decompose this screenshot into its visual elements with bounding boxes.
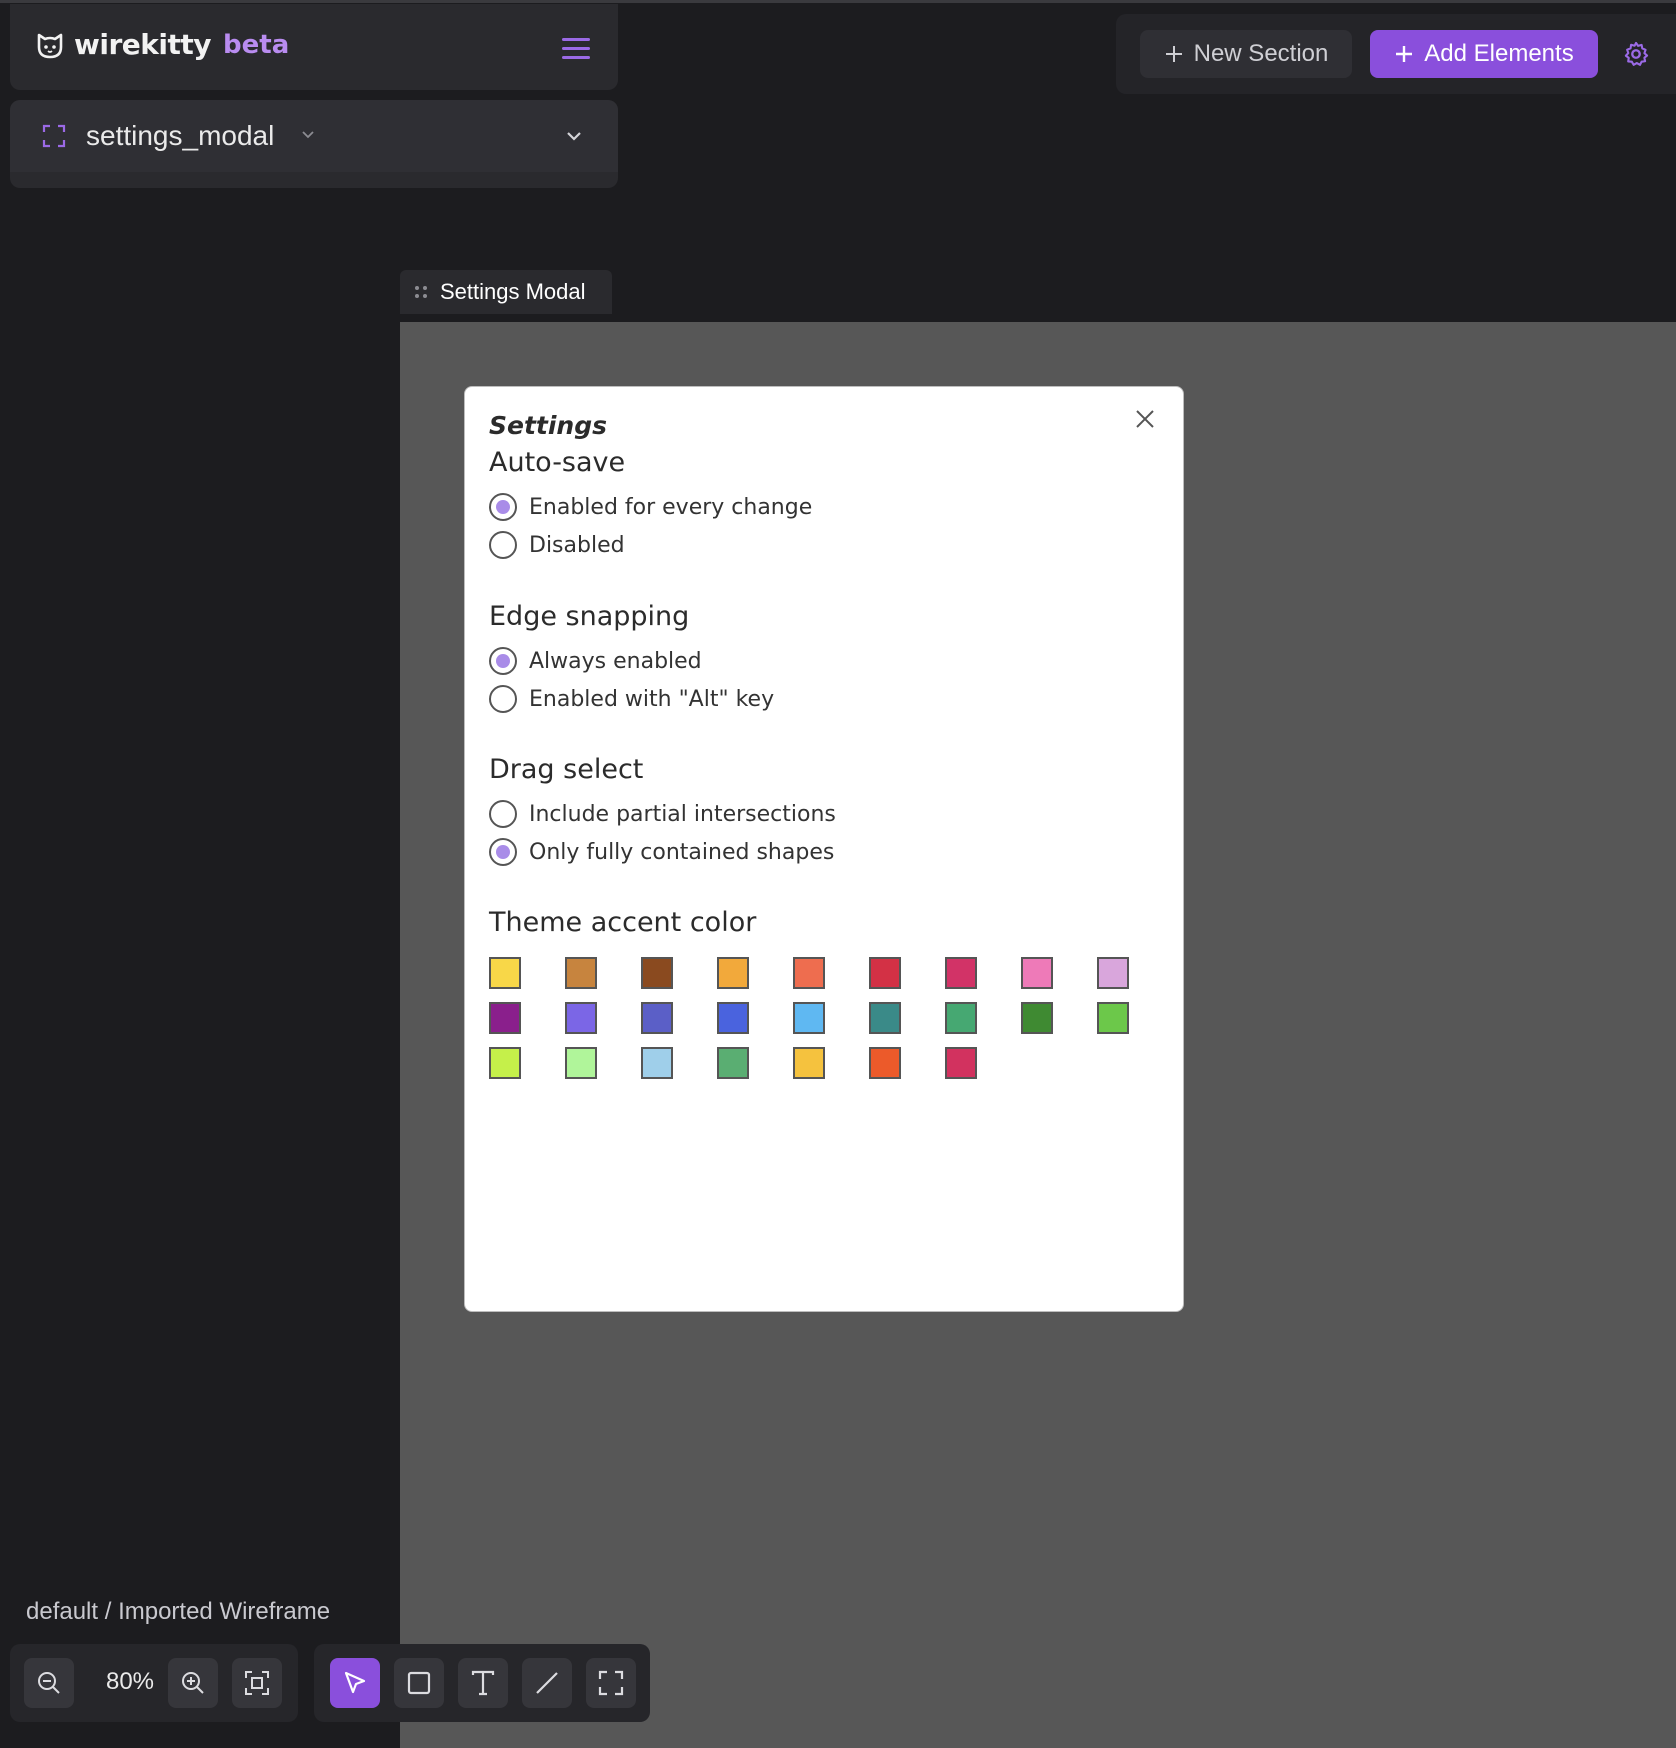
plus-icon xyxy=(1396,46,1413,62)
new-section-label: New Section xyxy=(1193,40,1329,67)
zoom-in-button[interactable] xyxy=(168,1658,218,1708)
color-swatch[interactable] xyxy=(489,1047,521,1079)
color-swatch[interactable] xyxy=(1021,1002,1053,1034)
panel-collapse-chevron-icon[interactable] xyxy=(564,126,584,146)
beta-badge: beta xyxy=(223,29,290,60)
radio-label: Enabled with "Alt" key xyxy=(529,686,775,712)
radio-label: Only fully contained shapes xyxy=(529,839,835,865)
text-tool-button[interactable] xyxy=(458,1658,508,1708)
drag-handle-icon[interactable] xyxy=(414,285,428,299)
select-tool-button[interactable] xyxy=(330,1658,380,1708)
frame-tab-label: Settings Modal xyxy=(440,279,586,304)
page-selector-panel: settings_modal xyxy=(10,100,618,188)
radio-option[interactable]: Enabled with "Alt" key xyxy=(489,680,774,718)
add-elements-button[interactable]: Add Elements xyxy=(1370,30,1598,78)
color-swatch[interactable] xyxy=(717,1047,749,1079)
section-heading: Edge snapping xyxy=(489,601,690,632)
color-swatch[interactable] xyxy=(1097,1002,1129,1034)
color-swatch[interactable] xyxy=(1097,957,1129,989)
color-swatch[interactable] xyxy=(489,1002,521,1034)
section-heading: Theme accent color xyxy=(489,907,757,938)
plus-icon xyxy=(1165,46,1182,62)
color-swatch[interactable] xyxy=(641,957,673,989)
zoom-level: 80% xyxy=(105,1668,155,1695)
color-swatch[interactable] xyxy=(717,957,749,989)
color-swatch[interactable] xyxy=(489,957,521,989)
radio-option[interactable]: Only fully contained shapes xyxy=(489,833,836,871)
radio-label: Enabled for every change xyxy=(529,494,813,520)
color-swatch[interactable] xyxy=(641,1047,673,1079)
color-swatch[interactable] xyxy=(793,1002,825,1034)
rectangle-tool-button[interactable] xyxy=(394,1658,444,1708)
radio-label: Always enabled xyxy=(529,648,702,674)
color-swatch[interactable] xyxy=(565,1047,597,1079)
section-auto-save: Auto-save Enabled for every change Disab… xyxy=(489,447,812,564)
color-swatch[interactable] xyxy=(945,1002,977,1034)
top-toolbar: New Section Add Elements xyxy=(1116,14,1676,94)
color-swatch[interactable] xyxy=(869,957,901,989)
radio-option[interactable]: Always enabled xyxy=(489,642,774,680)
breadcrumb: default / Imported Wireframe xyxy=(26,1598,331,1625)
brand-name: wirekitty xyxy=(74,28,212,61)
radio-option[interactable]: Enabled for every change xyxy=(489,488,812,526)
modal-title: Settings xyxy=(489,411,608,440)
radio-button[interactable] xyxy=(489,685,517,713)
hamburger-menu-icon[interactable] xyxy=(562,38,590,60)
app-logo[interactable]: wirekitty beta xyxy=(34,28,289,61)
section-theme-accent: Theme accent color xyxy=(489,907,756,948)
section-heading: Auto-save xyxy=(489,447,626,478)
gear-icon[interactable] xyxy=(1622,40,1650,68)
color-swatch[interactable] xyxy=(869,1047,901,1079)
frame-tool-icon xyxy=(598,1670,624,1696)
settings-modal: Settings Auto-save Enabled for every cha… xyxy=(464,386,1184,1312)
fit-screen-button[interactable] xyxy=(232,1658,282,1708)
drawing-toolbar xyxy=(314,1644,650,1722)
color-swatch[interactable] xyxy=(1021,957,1053,989)
color-swatch[interactable] xyxy=(869,1002,901,1034)
radio-label: Disabled xyxy=(529,532,625,558)
color-swatch[interactable] xyxy=(641,1002,673,1034)
add-elements-label: Add Elements xyxy=(1424,40,1574,67)
color-swatch[interactable] xyxy=(945,957,977,989)
zoom-out-button[interactable] xyxy=(24,1658,74,1708)
fit-screen-icon xyxy=(245,1671,269,1695)
frame-tool-button[interactable] xyxy=(586,1658,636,1708)
color-swatch[interactable] xyxy=(565,1002,597,1034)
close-icon[interactable] xyxy=(1133,407,1157,431)
current-page-name: settings_modal xyxy=(86,120,275,151)
line-icon xyxy=(536,1672,558,1694)
pointer-icon xyxy=(344,1671,366,1694)
color-swatch[interactable] xyxy=(945,1047,977,1079)
line-tool-button[interactable] xyxy=(522,1658,572,1708)
radio-option[interactable]: Disabled xyxy=(489,526,812,564)
color-swatch[interactable] xyxy=(717,1002,749,1034)
rectangle-icon xyxy=(407,1671,431,1695)
radio-button[interactable] xyxy=(489,838,517,866)
section-heading: Drag select xyxy=(489,754,644,785)
zoom-in-icon xyxy=(182,1672,204,1694)
radio-button[interactable] xyxy=(489,647,517,675)
color-swatch[interactable] xyxy=(793,1047,825,1079)
radio-option[interactable]: Include partial intersections xyxy=(489,795,836,833)
zoom-toolbar: 80% xyxy=(10,1644,298,1722)
chevron-down-icon[interactable] xyxy=(300,126,316,142)
section-drag-select: Drag select Include partial intersection… xyxy=(489,754,836,871)
radio-button[interactable] xyxy=(489,531,517,559)
cat-logo-icon xyxy=(37,33,63,58)
page-selector[interactable]: settings_modal xyxy=(10,100,618,172)
color-swatch[interactable] xyxy=(793,957,825,989)
frame-tab[interactable]: Settings Modal xyxy=(400,270,612,314)
text-icon xyxy=(471,1670,495,1696)
radio-button[interactable] xyxy=(489,800,517,828)
zoom-out-icon xyxy=(38,1672,60,1694)
radio-label: Include partial intersections xyxy=(529,801,836,827)
logo-panel: wirekitty beta xyxy=(10,4,618,90)
section-edge-snapping: Edge snapping Always enabled Enabled wit… xyxy=(489,601,774,718)
new-section-button[interactable]: New Section xyxy=(1140,30,1352,78)
color-swatch[interactable] xyxy=(565,957,597,989)
radio-button[interactable] xyxy=(489,493,517,521)
window-top-border xyxy=(0,0,1676,3)
frame-icon xyxy=(42,124,66,148)
